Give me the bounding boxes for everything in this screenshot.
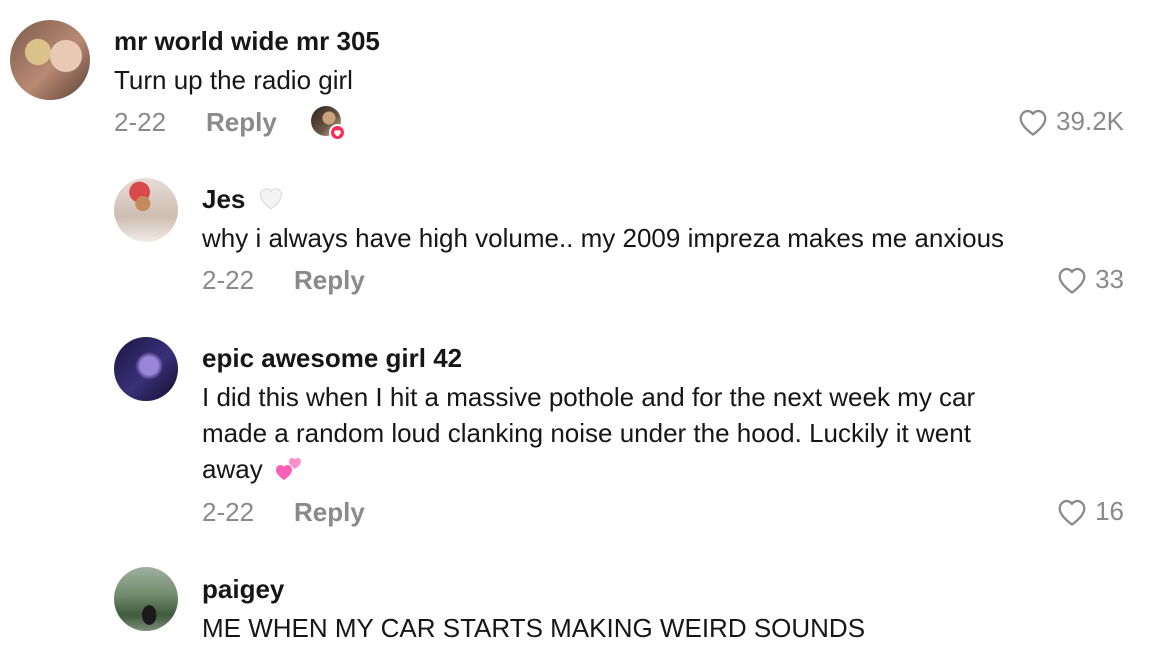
reply-username: Jes <box>202 184 285 218</box>
avatar[interactable] <box>114 567 178 631</box>
reply-text-line: I did this when I hit a massive pothole … <box>202 382 976 412</box>
reply-username[interactable]: epic awesome girl 42 <box>202 343 462 374</box>
reply-username[interactable]: paigey <box>202 574 284 605</box>
two-hearts-icon <box>274 454 304 491</box>
reply-date: 2-22 <box>202 265 255 295</box>
like-button[interactable]: 16 <box>1055 496 1124 527</box>
avatar[interactable] <box>114 337 178 401</box>
reply-text-line: made a random loud clanking noise under … <box>202 418 971 448</box>
like-count: 39.2K <box>1056 106 1124 136</box>
username-text[interactable]: Jes <box>202 184 245 214</box>
reply-date: 2-22 <box>202 497 255 527</box>
reply-button[interactable]: Reply <box>206 107 277 138</box>
like-button[interactable]: 39.2K <box>1016 106 1124 137</box>
creator-liked-badge <box>311 106 346 141</box>
heart-outline-icon[interactable] <box>1016 107 1050 137</box>
like-count: 16 <box>1095 496 1124 526</box>
reply-button[interactable]: Reply <box>294 497 365 528</box>
reply-text-line: away <box>202 451 1102 491</box>
white-heart-icon <box>257 185 285 218</box>
heart-outline-icon[interactable] <box>1055 265 1089 295</box>
reply-button[interactable]: Reply <box>294 265 365 296</box>
avatar[interactable] <box>10 20 90 100</box>
comment-username[interactable]: mr world wide mr 305 <box>114 26 380 57</box>
heart-badge-icon <box>329 124 346 141</box>
avatar[interactable] <box>114 178 178 242</box>
reply-text: ME WHEN MY CAR STARTS MAKING WEIRD SOUND… <box>202 613 866 643</box>
reply-text: why i always have high volume.. my 2009 … <box>202 223 1005 253</box>
like-button[interactable]: 33 <box>1055 264 1124 295</box>
like-count: 33 <box>1095 264 1124 294</box>
comment-text: Turn up the radio girl <box>114 65 353 95</box>
heart-outline-icon[interactable] <box>1055 497 1089 527</box>
comment-date: 2-22 <box>114 107 167 137</box>
reply-text-fragment: away <box>202 454 263 484</box>
reply-text: I did this when I hit a massive pothole … <box>202 379 1102 491</box>
